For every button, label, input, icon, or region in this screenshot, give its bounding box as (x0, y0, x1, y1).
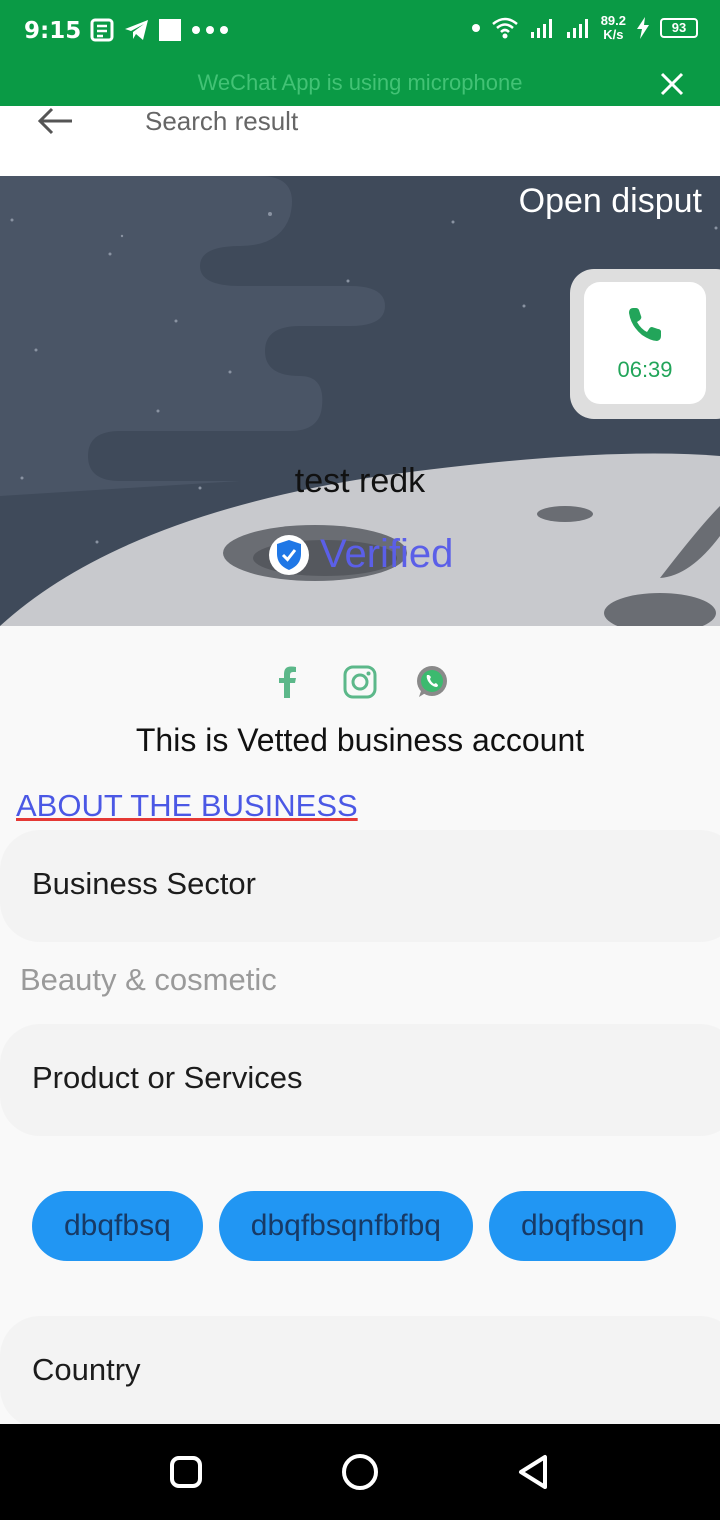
screen: 9:15 89.2 K/s 93 WeChat App is using mic… (0, 0, 720, 1520)
status-time: 9:15 (24, 18, 82, 44)
call-widget[interactable]: 06:39 (570, 269, 720, 419)
battery-indicator: 93 (660, 18, 698, 38)
instagram-icon[interactable] (342, 664, 378, 700)
recent-apps-icon[interactable] (166, 1452, 206, 1492)
products-services-header[interactable]: Product or Services (0, 1024, 720, 1136)
wifi-icon (491, 17, 518, 39)
business-sector-value: Beauty & cosmetic (20, 962, 277, 997)
products-services-title: Product or Services (32, 1060, 303, 1095)
app-bar: Search result (0, 106, 720, 176)
status-notification-icons (90, 18, 230, 42)
microphone-banner[interactable]: WeChat App is using microphone (0, 66, 720, 106)
product-chip-list: dbqfbsq dbqfbsqnfbfbq dbqfbsqn (32, 1191, 677, 1261)
back-arrow-icon[interactable] (36, 106, 76, 136)
vetted-account-text: This is Vetted business account (135, 722, 585, 758)
status-system-icons: 89.2 K/s 93 (471, 14, 698, 42)
business-sector-header[interactable]: Business Sector (0, 830, 720, 942)
product-chip[interactable]: dbqfbsq (32, 1191, 203, 1261)
signal-icon (530, 19, 552, 38)
business-name: test redk (294, 462, 426, 500)
phone-icon[interactable] (625, 304, 665, 344)
telegram-icon (125, 20, 148, 40)
verified-label: Verified (320, 532, 454, 576)
square-app-icon (159, 19, 181, 41)
network-speed-unit: K/s (603, 27, 624, 42)
call-timer: 06:39 (617, 357, 673, 382)
network-speed-value: 89.2 (600, 13, 626, 28)
verified-badge: Verified (268, 532, 453, 577)
business-hero-banner: Open disput 06:39 test redk Verified (0, 176, 720, 626)
business-sector-title: Business Sector (32, 866, 256, 901)
dot-icon (471, 24, 480, 32)
microphone-banner-text: WeChat App is using microphone (197, 70, 523, 95)
open-dispute-link[interactable]: Open disput (519, 182, 702, 221)
social-links (0, 664, 720, 700)
charging-icon (637, 17, 649, 39)
page-title: Search result (145, 106, 299, 136)
home-icon[interactable] (340, 1452, 380, 1492)
product-chip[interactable]: dbqfbsqnfbfbq (218, 1191, 473, 1261)
more-dots-icon (192, 26, 228, 34)
news-icon (90, 18, 114, 42)
back-triangle-icon[interactable] (514, 1452, 554, 1492)
network-speed: 89.2 K/s (601, 14, 626, 42)
country-header[interactable]: Country (0, 1316, 720, 1428)
verified-shield-icon (269, 534, 309, 575)
close-icon[interactable] (658, 70, 686, 98)
whatsapp-icon[interactable] (414, 664, 450, 700)
product-chip[interactable]: dbqfbsqn (488, 1191, 677, 1261)
facebook-icon[interactable] (270, 664, 306, 700)
call-widget-inner[interactable]: 06:39 (584, 282, 706, 404)
about-business-link[interactable]: ABOUT THE BUSINESS (16, 788, 358, 824)
status-bar: 9:15 89.2 K/s 93 (0, 0, 720, 66)
country-title: Country (32, 1352, 141, 1387)
signal-2-icon (566, 19, 588, 38)
system-navigation-bar (0, 1424, 720, 1520)
